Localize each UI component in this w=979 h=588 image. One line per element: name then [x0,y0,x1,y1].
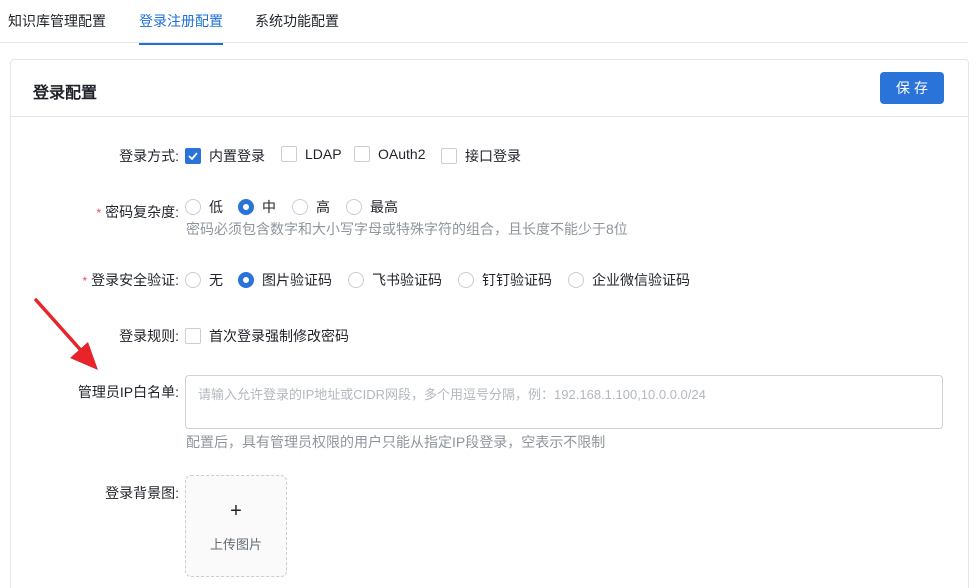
checkbox-box [281,146,297,162]
login-rules-label: 登录规则: [119,328,179,344]
force-change-password-checkbox[interactable]: 首次登录强制修改密码 [185,326,349,346]
security-verification-label-text: 登录安全验证: [91,272,179,288]
required-mark: * [82,274,88,288]
password-complexity-label: * 密码复杂度: [96,202,179,222]
radio-label: 中 [262,199,276,215]
radio-label: 无 [209,272,223,288]
verification-none-radio[interactable]: 无 [185,270,223,290]
upload-image-button[interactable]: + 上传图片 [185,475,287,577]
verification-dingtalk-radio[interactable]: 钉钉验证码 [458,270,552,290]
radio-label: 低 [209,199,223,215]
password-complexity-hint: 密码必须包含数字和大小写字母或特殊字符的组合，且长度不能少于8位 [186,221,628,237]
save-button[interactable]: 保存 [880,72,944,104]
login-method-api-checkbox[interactable]: 接口登录 [441,146,521,166]
upload-label: 上传图片 [209,537,262,552]
radio-circle [238,272,254,288]
radio-circle [568,272,584,288]
radio-label: 图片验证码 [262,272,332,288]
ip-whitelist-label: 管理员IP白名单: [77,384,179,400]
background-image-label: 登录背景图: [105,485,179,501]
checkbox-box [354,146,370,162]
security-verification-label: * 登录安全验证: [82,270,179,290]
password-complexity-label-text: 密码复杂度: [105,204,179,220]
checkbox-box [185,328,201,344]
tab-knowledge-base-config[interactable]: 知识库管理配置 [8,11,106,43]
verification-image-captcha-radio[interactable]: 图片验证码 [238,270,332,290]
password-complexity-medium-radio[interactable]: 中 [238,197,276,217]
card-header: 登录配置 保存 [11,60,968,117]
card-title: 登录配置 [33,85,98,102]
checkbox-box [441,148,457,164]
checkbox-label: LDAP [305,146,342,162]
radio-label: 最高 [370,199,398,215]
checkbox-label: OAuth2 [378,146,426,162]
ip-whitelist-hint: 配置后，具有管理员权限的用户只能从指定IP段登录，空表示不限制 [186,434,606,450]
radio-label: 钉钉验证码 [482,272,552,288]
checkbox-label: 首次登录强制修改密码 [209,328,349,344]
required-mark: * [96,206,102,220]
login-method-builtin-checkbox[interactable]: 内置登录 [185,146,265,166]
radio-circle [238,199,254,215]
radio-label: 高 [316,199,330,215]
password-complexity-low-radio[interactable]: 低 [185,197,223,217]
checkbox-label: 接口登录 [465,148,521,164]
verification-wecom-radio[interactable]: 企业微信验证码 [568,270,690,290]
login-method-ldap-checkbox[interactable]: LDAP [281,146,342,162]
password-complexity-high-radio[interactable]: 高 [292,197,330,217]
ip-whitelist-input[interactable] [185,375,943,429]
radio-circle [185,199,201,215]
tab-system-function-config[interactable]: 系统功能配置 [255,11,339,43]
verification-feishu-radio[interactable]: 飞书验证码 [348,270,442,290]
login-config-card: 登录配置 保存 [10,59,969,588]
login-method-oauth2-checkbox[interactable]: OAuth2 [354,146,425,162]
radio-label: 飞书验证码 [372,272,442,288]
red-arrow-annotation-icon [34,298,98,370]
radio-circle [292,199,308,215]
plus-icon: + [230,500,242,522]
login-method-label: 登录方式: [119,148,179,164]
radio-circle [458,272,474,288]
top-tabs: 知识库管理配置 登录注册配置 系统功能配置 [0,0,968,45]
tab-login-register-config[interactable]: 登录注册配置 [139,11,223,45]
checkmark-icon [185,148,201,164]
radio-label: 企业微信验证码 [592,272,690,288]
radio-circle [348,272,364,288]
checkbox-label: 内置登录 [209,148,265,164]
radio-circle [185,272,201,288]
password-complexity-highest-radio[interactable]: 最高 [346,197,398,217]
radio-circle [346,199,362,215]
